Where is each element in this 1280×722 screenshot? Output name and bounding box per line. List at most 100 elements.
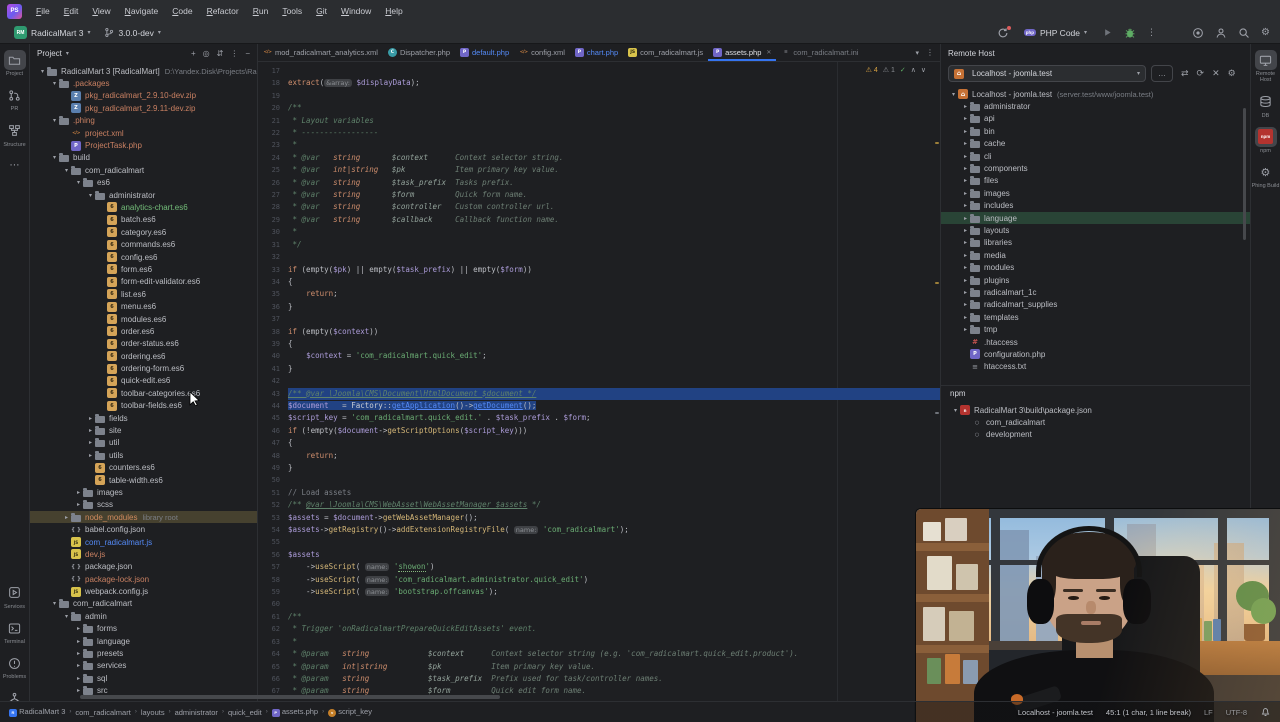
- project-tree-row[interactable]: ▸images: [30, 486, 257, 498]
- menu-tools[interactable]: Tools: [275, 4, 309, 18]
- code-line[interactable]: 37: [258, 313, 940, 325]
- tab-mod_radicalmart_analytics.xml[interactable]: </>mod_radicalmart_analytics.xml: [258, 44, 383, 61]
- code-line[interactable]: 26 * @var string $task_prefix Tasks pref…: [258, 177, 940, 189]
- project-tree-row[interactable]: ▸sql: [30, 672, 257, 684]
- code-with-me-icon[interactable]: [1192, 27, 1204, 39]
- notifications-bell-icon[interactable]: [1260, 706, 1271, 719]
- project-tree-row[interactable]: 6commands.es6: [30, 238, 257, 250]
- project-tree-row[interactable]: { }package-lock.json: [30, 573, 257, 585]
- remote-tree-row[interactable]: ▸layouts: [941, 224, 1250, 236]
- stripe-item-services[interactable]: Services: [4, 583, 26, 610]
- project-tree-row[interactable]: 6form-edit-validator.es6: [30, 276, 257, 288]
- prev-problem-icon[interactable]: ∧: [911, 65, 916, 77]
- project-tree-row[interactable]: ▾com_radicalmart: [30, 598, 257, 610]
- menu-run[interactable]: Run: [246, 4, 276, 18]
- code-line[interactable]: 44$document = Factory::getApplication()-…: [258, 400, 940, 412]
- menu-navigate[interactable]: Navigate: [118, 4, 166, 18]
- upload-download-icon[interactable]: ⇄: [1181, 68, 1189, 79]
- code-line[interactable]: 18extract(&array: $displayData);: [258, 77, 940, 89]
- tab-Dispatcher.php[interactable]: CDispatcher.php: [383, 44, 455, 61]
- project-tree-row[interactable]: ▾.phing: [30, 115, 257, 127]
- breadcrumb-item[interactable]: quick_edit: [228, 708, 262, 717]
- project-tree-row[interactable]: 6batch.es6: [30, 214, 257, 226]
- code-line[interactable]: 30 *: [258, 226, 940, 238]
- remote-tree-row[interactable]: ▸cache: [941, 138, 1250, 150]
- project-tree-row[interactable]: { }package.json: [30, 561, 257, 573]
- warning-mark[interactable]: [935, 282, 939, 284]
- caret-position[interactable]: 45:1 (1 char, 1 line break): [1106, 708, 1191, 717]
- project-tree-row[interactable]: ▸services: [30, 660, 257, 672]
- stripe-item-terminal[interactable]: Terminal: [4, 618, 26, 645]
- code-line[interactable]: 47{: [258, 437, 940, 449]
- project-tree-row[interactable]: ▾RadicalMart 3 [RadicalMart]D:\Yandex.Di…: [30, 65, 257, 77]
- stripe-item-problems[interactable]: Problems: [3, 653, 26, 680]
- remote-tree-row[interactable]: ▸media: [941, 249, 1250, 261]
- project-tree-row[interactable]: ▸utils: [30, 449, 257, 461]
- code-line[interactable]: 43/** @var \Joomla\CMS\Document\HtmlDocu…: [258, 388, 940, 400]
- expand-collapse-icon[interactable]: ⇵: [217, 49, 224, 58]
- warning-mark[interactable]: [935, 142, 939, 144]
- project-tree-row[interactable]: ▸site: [30, 424, 257, 436]
- browse-connections-button[interactable]: …: [1151, 65, 1173, 82]
- stripe-item-npm[interactable]: npmnpm: [1255, 127, 1277, 154]
- debug-button[interactable]: [1124, 27, 1136, 39]
- code-line[interactable]: 53$assets = $document->getWebAssetManage…: [258, 512, 940, 524]
- deployment-server-status[interactable]: Localhost - joomla.test: [1018, 708, 1093, 717]
- project-tree-row[interactable]: 6ordering.es6: [30, 350, 257, 362]
- project-tree-row[interactable]: 6form.es6: [30, 263, 257, 275]
- refresh-icon[interactable]: ⟳: [1197, 68, 1205, 79]
- code-line[interactable]: 17: [258, 65, 940, 77]
- remote-tree-row[interactable]: ▸radicalmart_supplies: [941, 299, 1250, 311]
- code-line[interactable]: 54$assets->getRegistry()->addExtensionRe…: [258, 524, 940, 536]
- stripe-item-structure[interactable]: Structure: [3, 121, 25, 148]
- code-line[interactable]: 48 return;: [258, 450, 940, 462]
- menu-window[interactable]: Window: [334, 4, 378, 18]
- project-widget[interactable]: RM RadicalMart 3 ▾: [10, 25, 94, 40]
- breadcrumb-item[interactable]: P assets.php: [272, 707, 318, 717]
- remote-tree-row[interactable]: ▸files: [941, 175, 1250, 187]
- code-line[interactable]: 35 return;: [258, 288, 940, 300]
- npm-tree-row[interactable]: ○com_radicalmart: [941, 416, 1250, 428]
- phpstorm-logo-icon[interactable]: PS: [7, 4, 22, 19]
- project-tree-row[interactable]: ▸forms: [30, 623, 257, 635]
- remote-tree-row[interactable]: ▸modules: [941, 261, 1250, 273]
- project-tree-row[interactable]: ▾admin: [30, 610, 257, 622]
- disconnect-icon[interactable]: ✕: [1212, 68, 1220, 79]
- remote-tree-row[interactable]: ▸libraries: [941, 237, 1250, 249]
- menu-view[interactable]: View: [85, 4, 117, 18]
- project-tree-row[interactable]: ▾es6: [30, 177, 257, 189]
- line-separator-widget[interactable]: LF: [1204, 708, 1213, 717]
- stripe-item-remote-host[interactable]: Remote Host: [1252, 50, 1280, 84]
- remote-tree-row[interactable]: ▸cli: [941, 150, 1250, 162]
- hide-panel-icon[interactable]: −: [245, 49, 250, 58]
- project-tree-row[interactable]: Zpkg_radicalmart_2.9.10-dev.zip: [30, 90, 257, 102]
- run-button[interactable]: [1102, 27, 1113, 38]
- remote-tree-scrollbar-thumb[interactable]: [1243, 108, 1246, 240]
- code-line[interactable]: 57 ->useScript( name: 'showon'): [258, 561, 940, 573]
- project-tree-row[interactable]: ▸language: [30, 635, 257, 647]
- code-line[interactable]: 32: [258, 251, 940, 263]
- tab-options-icon[interactable]: ⋮: [926, 48, 934, 57]
- branch-widget[interactable]: 3.0.0-dev ▾: [100, 26, 164, 39]
- remote-tree-row[interactable]: ▸bin: [941, 125, 1250, 137]
- code-line[interactable]: 36}: [258, 301, 940, 313]
- remote-tree-row[interactable]: ▸api: [941, 113, 1250, 125]
- project-tree-row[interactable]: ▸util: [30, 437, 257, 449]
- breadcrumb-item[interactable]: v script_key: [328, 707, 372, 717]
- project-tree-row[interactable]: 6quick-edit.es6: [30, 375, 257, 387]
- code-line[interactable]: 29 * @var string $callback Callback func…: [258, 214, 940, 226]
- tab-close-icon[interactable]: ✕: [766, 49, 771, 56]
- code-line[interactable]: 61/**: [258, 611, 940, 623]
- run-config-selector[interactable]: php PHP Code ▾: [1020, 27, 1091, 39]
- new-item-icon[interactable]: +: [191, 49, 196, 58]
- remote-tree-row[interactable]: ▸tmp: [941, 323, 1250, 335]
- code-line[interactable]: 49}: [258, 462, 940, 474]
- breadcrumb-item[interactable]: layouts: [141, 708, 165, 717]
- code-line[interactable]: 52/** @var \Joomla\CMS\WebAsset\WebAsset…: [258, 499, 940, 511]
- project-tree-row[interactable]: Zpkg_radicalmart_2.9.11-dev.zip: [30, 102, 257, 114]
- menu-git[interactable]: Git: [309, 4, 334, 18]
- breadcrumb-item[interactable]: com_radicalmart: [75, 708, 130, 717]
- project-tree-row[interactable]: 6config.es6: [30, 251, 257, 263]
- remote-settings-gear-icon[interactable]: ⚙: [1228, 68, 1236, 79]
- locate-file-icon[interactable]: ◎: [203, 49, 210, 58]
